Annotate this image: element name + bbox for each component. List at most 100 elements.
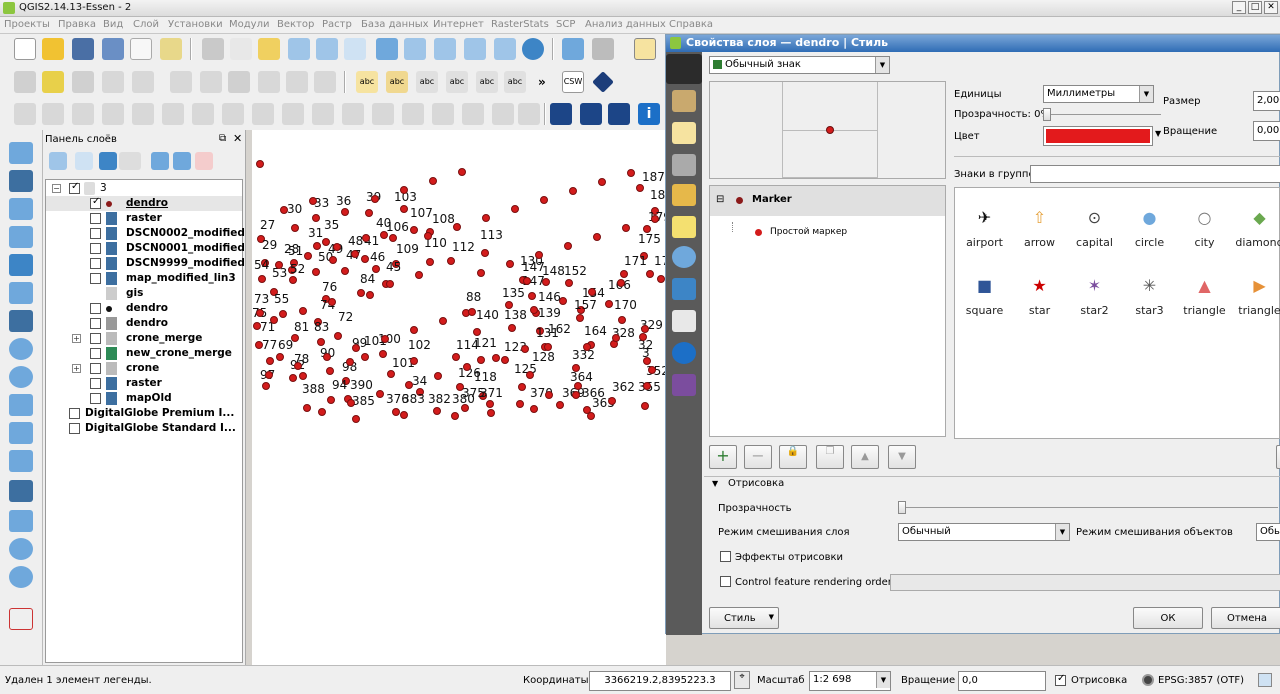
map-point-marker[interactable] bbox=[362, 234, 370, 242]
map-point-marker[interactable] bbox=[587, 412, 595, 420]
map-point-marker[interactable] bbox=[511, 205, 519, 213]
close-panel-icon[interactable]: ✕ bbox=[233, 132, 242, 145]
map-point-marker[interactable] bbox=[612, 334, 620, 342]
map-point-marker[interactable] bbox=[492, 354, 500, 362]
map-point-marker[interactable] bbox=[361, 255, 369, 263]
maximize-button[interactable]: □ bbox=[1248, 1, 1262, 14]
map-point-marker[interactable] bbox=[641, 325, 649, 333]
open-project-icon[interactable] bbox=[42, 38, 64, 60]
collapse-all-icon[interactable] bbox=[173, 152, 191, 170]
map-point-marker[interactable] bbox=[392, 408, 400, 416]
rotate-point-icon[interactable] bbox=[462, 103, 484, 125]
symbol-item-triangle[interactable]: ▶ triangle bbox=[1232, 274, 1280, 318]
map-point-marker[interactable] bbox=[270, 316, 278, 324]
map-point-marker[interactable] bbox=[400, 186, 408, 194]
map-point-marker[interactable] bbox=[593, 233, 601, 241]
layer-checkbox[interactable] bbox=[90, 348, 101, 359]
layer-row[interactable]: gis bbox=[46, 286, 242, 301]
map-point-marker[interactable] bbox=[341, 267, 349, 275]
crs-label[interactable]: EPSG:3857 (OTF) bbox=[1158, 675, 1244, 686]
map-point-marker[interactable] bbox=[556, 401, 564, 409]
map-point-marker[interactable] bbox=[410, 226, 418, 234]
node-edit-icon[interactable] bbox=[492, 103, 514, 125]
collapse-icon[interactable]: − bbox=[52, 184, 61, 193]
map-point-marker[interactable] bbox=[327, 396, 335, 404]
layer-row[interactable]: + crone_merge bbox=[46, 331, 242, 346]
sidebar-variables-icon[interactable] bbox=[672, 374, 696, 396]
redo-icon[interactable] bbox=[72, 103, 94, 125]
add-group-icon[interactable] bbox=[75, 152, 93, 170]
symbol-item-square[interactable]: ■ square bbox=[957, 274, 1012, 318]
map-point-marker[interactable] bbox=[518, 383, 526, 391]
map-point-marker[interactable] bbox=[481, 249, 489, 257]
undo-icon[interactable] bbox=[42, 103, 64, 125]
layer-checkbox[interactable] bbox=[90, 228, 101, 239]
fill-ring-icon[interactable] bbox=[192, 103, 214, 125]
layer-row[interactable]: DSCN0001_modified bbox=[46, 241, 245, 256]
layer-checkbox[interactable] bbox=[90, 243, 101, 254]
map-point-marker[interactable] bbox=[588, 288, 596, 296]
expand-all-icon[interactable] bbox=[151, 152, 169, 170]
add-spatialite-layer-icon[interactable] bbox=[9, 226, 33, 248]
symbol-item-arrow[interactable]: ⇧ arrow bbox=[1012, 206, 1067, 250]
save-as-icon[interactable] bbox=[102, 38, 124, 60]
layer-row[interactable]: DigitalGlobe Premium I... bbox=[46, 406, 242, 421]
map-point-marker[interactable] bbox=[486, 400, 494, 408]
remove-layer-icon[interactable] bbox=[195, 152, 213, 170]
menu-vector[interactable]: Вектор bbox=[277, 19, 314, 30]
map-point-marker[interactable] bbox=[627, 169, 635, 177]
map-point-marker[interactable] bbox=[643, 382, 651, 390]
map-point-marker[interactable] bbox=[275, 261, 283, 269]
map-point-marker[interactable] bbox=[439, 317, 447, 325]
symbol-item-airport[interactable]: ✈ airport bbox=[957, 206, 1012, 250]
map-point-marker[interactable] bbox=[477, 356, 485, 364]
map-point-marker[interactable] bbox=[608, 397, 616, 405]
map-point-marker[interactable] bbox=[523, 277, 531, 285]
map-point-marker[interactable] bbox=[521, 345, 529, 353]
cut-icon[interactable] bbox=[258, 71, 280, 93]
pan-touch-icon[interactable] bbox=[202, 38, 224, 60]
map-point-marker[interactable] bbox=[426, 258, 434, 266]
map-point-marker[interactable] bbox=[400, 411, 408, 419]
toggle-editing-icon[interactable] bbox=[42, 71, 64, 93]
map-point-marker[interactable] bbox=[266, 357, 274, 365]
layer-group[interactable]: − ✓ 3 bbox=[46, 181, 242, 196]
map-canvas[interactable]: 1871817917517117273033363910310710811311… bbox=[252, 130, 666, 665]
move-feature-icon[interactable] bbox=[132, 71, 154, 93]
symbol-item-star[interactable]: ★ star bbox=[1012, 274, 1067, 318]
layer-row[interactable]: DSCN0002_modified bbox=[46, 226, 245, 241]
remove-symbol-layer-button[interactable]: − bbox=[744, 445, 772, 469]
map-point-marker[interactable] bbox=[365, 209, 373, 217]
add-ring-icon[interactable] bbox=[132, 103, 154, 125]
layer-checkbox[interactable] bbox=[90, 378, 101, 389]
metasearch-icon[interactable] bbox=[592, 71, 614, 93]
map-point-marker[interactable] bbox=[410, 326, 418, 334]
expand-icon[interactable]: + bbox=[72, 334, 81, 343]
add-wfs-layer-icon[interactable] bbox=[9, 394, 33, 416]
add-symbol-layer-button[interactable]: + bbox=[709, 445, 737, 469]
map-point-marker[interactable] bbox=[371, 195, 379, 203]
add-raster-layer-icon[interactable] bbox=[9, 170, 33, 192]
map-point-marker[interactable] bbox=[299, 372, 307, 380]
add-db2-layer-icon[interactable] bbox=[9, 310, 33, 332]
filter-legend-icon[interactable] bbox=[99, 152, 117, 170]
sidebar-general-icon[interactable] bbox=[666, 54, 702, 84]
tree-marker-row[interactable]: ⊟ Marker bbox=[710, 186, 945, 216]
new-shapefile-icon[interactable] bbox=[9, 450, 33, 472]
menu-analysis[interactable]: Анализ данных bbox=[585, 19, 666, 30]
reshape-icon[interactable] bbox=[282, 103, 304, 125]
map-point-marker[interactable] bbox=[583, 343, 591, 351]
group-symbols-select[interactable] bbox=[1030, 165, 1280, 183]
sidebar-actions-icon[interactable] bbox=[672, 246, 696, 268]
map-point-marker[interactable] bbox=[453, 223, 461, 231]
map-point-marker[interactable] bbox=[468, 308, 476, 316]
vertex-icon[interactable] bbox=[518, 103, 540, 125]
map-point-marker[interactable] bbox=[410, 357, 418, 365]
zoom-layer-icon[interactable] bbox=[434, 38, 456, 60]
map-point-marker[interactable] bbox=[452, 353, 460, 361]
map-point-marker[interactable] bbox=[433, 407, 441, 415]
map-point-marker[interactable] bbox=[304, 252, 312, 260]
map-point-marker[interactable] bbox=[622, 224, 630, 232]
georef-c-icon[interactable] bbox=[608, 103, 630, 125]
new-print-composer-icon[interactable] bbox=[130, 38, 152, 60]
